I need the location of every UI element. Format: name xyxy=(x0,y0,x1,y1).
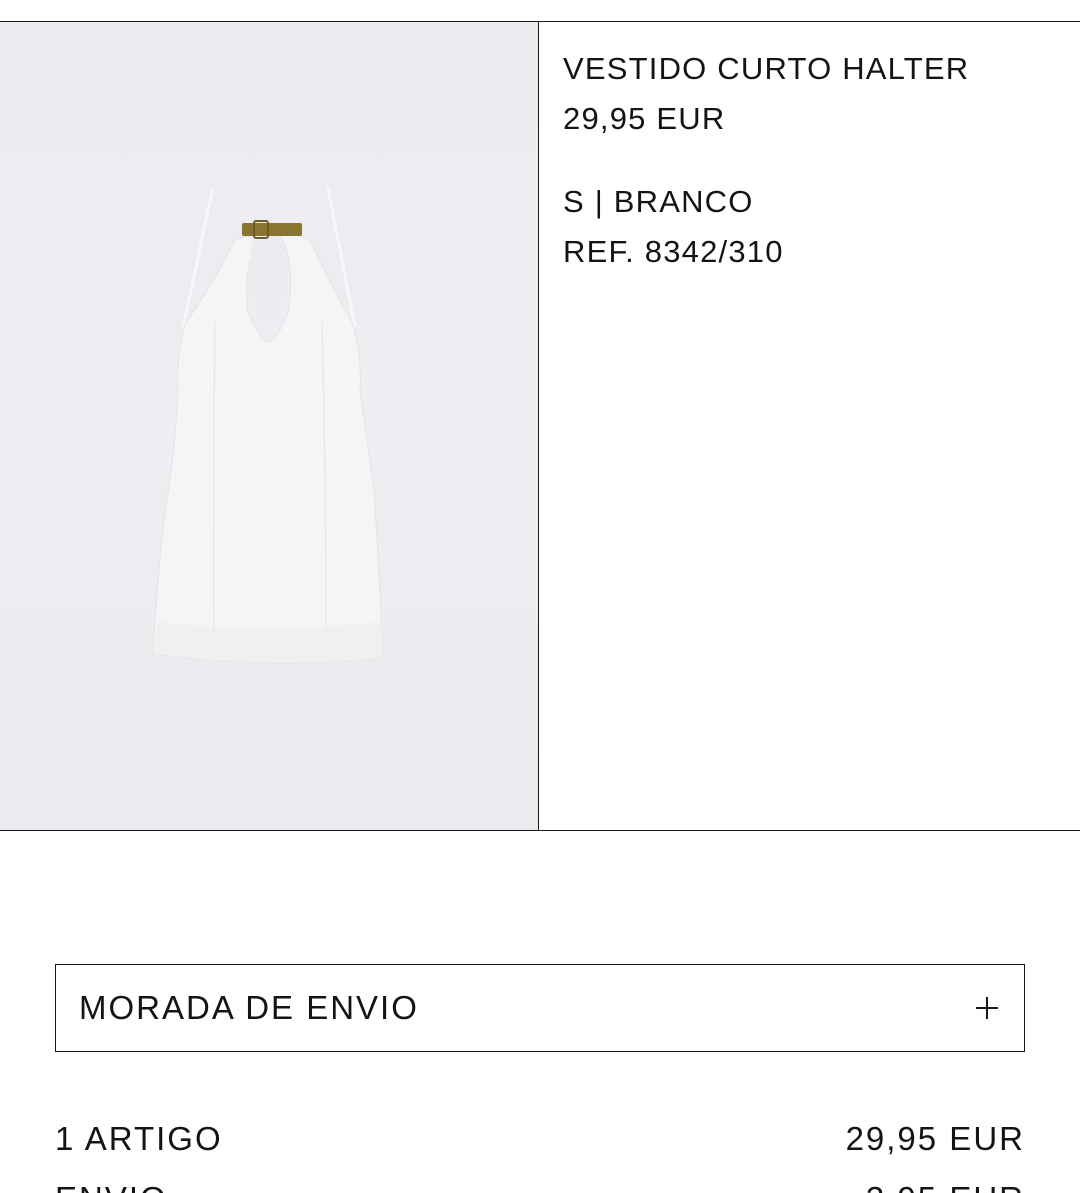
dress-illustration xyxy=(152,187,384,664)
product-info: VESTIDO CURTO HALTER 29,95 EUR S | BRANC… xyxy=(539,22,1080,830)
product-variant: S | BRANCO xyxy=(563,184,754,219)
summary-shipping-row: ENVIO 3,95 EUR xyxy=(55,1180,1025,1193)
product-price: 29,95 EUR xyxy=(563,101,726,136)
plus-icon[interactable] xyxy=(976,997,998,1019)
shipping-value: 3,95 EUR xyxy=(866,1180,1025,1193)
cart-item: VESTIDO CURTO HALTER 29,95 EUR S | BRANC… xyxy=(0,21,1080,831)
shipping-address-label: MORADA DE ENVIO xyxy=(79,989,419,1026)
product-reference: REF. 8342/310 xyxy=(563,234,784,269)
buckle-detail xyxy=(242,223,302,236)
items-total-value: 29,95 EUR xyxy=(845,1120,1025,1157)
shipping-address-button[interactable]: MORADA DE ENVIO xyxy=(55,964,1025,1052)
summary-items-row: 1 ARTIGO 29,95 EUR xyxy=(55,1120,1025,1158)
shipping-label: ENVIO xyxy=(55,1180,168,1193)
checkout-page: VESTIDO CURTO HALTER 29,95 EUR S | BRANC… xyxy=(0,0,1080,1193)
product-name[interactable]: VESTIDO CURTO HALTER xyxy=(563,44,1080,94)
items-count-label: 1 ARTIGO xyxy=(55,1120,223,1157)
product-image[interactable] xyxy=(0,22,539,830)
